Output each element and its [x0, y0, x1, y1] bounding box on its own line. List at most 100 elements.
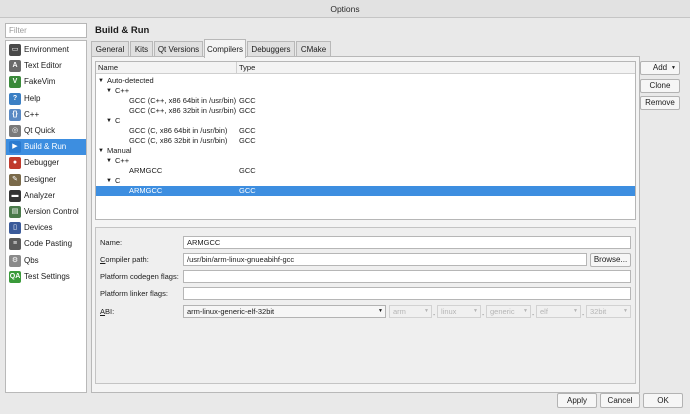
- sidebar-item-qt-quick[interactable]: ◎ Qt Quick: [6, 123, 86, 139]
- compiler-path-field[interactable]: /usr/bin/arm-linux-gnueabihf-gcc: [183, 253, 587, 266]
- tab-kits[interactable]: Kits: [130, 41, 153, 57]
- abi-part-value: linux: [441, 307, 457, 316]
- sidebar-item-text-editor[interactable]: A Text Editor: [6, 58, 86, 74]
- remove-button[interactable]: Remove: [640, 96, 680, 110]
- tab-qt-versions[interactable]: Qt Versions: [154, 41, 203, 57]
- compiler-path-label-rest: ompiler path:: [105, 255, 149, 264]
- sidebar-item-devices[interactable]: ▯ Devices: [6, 220, 86, 236]
- sidebar-item-version-control[interactable]: ▤ Version Control: [6, 204, 86, 220]
- tree-cell-name: Manual: [107, 146, 132, 155]
- expand-arrow-icon[interactable]: ▼: [106, 176, 112, 186]
- abi-part-select[interactable]: 32bit ▼: [586, 305, 631, 318]
- tree-row[interactable]: GCC (C, x86 32bit in /usr/bin) GCC: [96, 136, 635, 146]
- sidebar-item-label: Build & Run: [24, 142, 67, 152]
- abi-separator: -: [532, 312, 535, 319]
- expand-arrow-icon[interactable]: ▼: [98, 76, 104, 86]
- expand-arrow-icon[interactable]: ▼: [98, 146, 104, 156]
- name-label: Name:: [100, 238, 123, 247]
- tree-cell-name: GCC (C++, x86 32bit in /usr/bin): [129, 106, 237, 115]
- sidebar-item-label: Devices: [24, 223, 53, 233]
- abi-part-select[interactable]: arm ▼: [389, 305, 432, 318]
- tree-cell-name: C: [115, 176, 121, 185]
- tree-cell-name: GCC (C, x86 32bit in /usr/bin): [129, 136, 228, 145]
- tree-header: Name Type: [96, 62, 635, 74]
- window-title: Options: [0, 0, 690, 18]
- sidebar-item-test-settings[interactable]: QA Test Settings: [6, 269, 86, 285]
- abi-label-rest: BI:: [105, 307, 115, 316]
- sidebar-item-designer[interactable]: ✎ Designer: [6, 172, 86, 188]
- sidebar-item-label: Code Pasting: [24, 239, 73, 249]
- filter-input[interactable]: Filter: [5, 23, 87, 38]
- tree-row[interactable]: ▼ Auto-detected: [96, 76, 635, 86]
- monitor-icon: ▭: [9, 44, 21, 56]
- cpp-icon: {}: [9, 108, 21, 121]
- tree-row[interactable]: ▼ C++: [96, 156, 635, 166]
- sidebar-item-help[interactable]: ? Help: [6, 91, 86, 107]
- abi-part-select[interactable]: elf ▼: [536, 305, 581, 318]
- chevron-down-icon: ▼: [523, 308, 528, 314]
- sidebar-item-debugger[interactable]: ● Debugger: [6, 155, 86, 171]
- codegen-flags-field[interactable]: [183, 270, 631, 283]
- tree-row[interactable]: ▼ C: [96, 176, 635, 186]
- tree-row[interactable]: ▼ Manual: [96, 146, 635, 156]
- tree-row[interactable]: GCC (C++, x86 32bit in /usr/bin) GCC: [96, 106, 635, 116]
- expand-arrow-icon[interactable]: ▼: [106, 86, 112, 96]
- abi-part-value: generic: [490, 307, 515, 316]
- chevron-down-icon: ▼: [671, 65, 676, 71]
- sidebar-item-label: Analyzer: [24, 190, 56, 200]
- tree-row[interactable]: ARMGCC GCC: [96, 166, 635, 176]
- sidebar-item-label: C++: [24, 109, 40, 119]
- sidebar-item-fakevim[interactable]: V FakeVim: [6, 74, 86, 90]
- apply-button[interactable]: Apply: [557, 393, 597, 408]
- sidebar-item-label: Qbs: [24, 255, 39, 265]
- add-button[interactable]: Add ▼: [640, 61, 680, 75]
- tab-compilers[interactable]: Compilers: [204, 39, 246, 58]
- sidebar-item-code-pasting[interactable]: ≡ Code Pasting: [6, 236, 86, 252]
- sidebar-item-c-[interactable]: {} C++: [6, 107, 86, 123]
- tree-cell-name: C: [115, 116, 121, 125]
- tree-cell-type: GCC: [239, 126, 256, 135]
- sidebar-item-label: Test Settings: [24, 271, 70, 281]
- tree-row[interactable]: GCC (C++, x86 64bit in /usr/bin) GCC: [96, 96, 635, 106]
- version-control-icon: ▤: [9, 206, 21, 218]
- chevron-down-icon: ▼: [573, 308, 578, 314]
- tree-cell-type: GCC: [239, 96, 256, 105]
- sidebar-item-label: Text Editor: [24, 61, 62, 71]
- analyzer-icon: ▬: [9, 189, 21, 202]
- sidebar-item-label: FakeVim: [24, 77, 56, 87]
- compiler-path-label: Compiler path:: [100, 254, 149, 266]
- tree-row[interactable]: GCC (C, x86 64bit in /usr/bin) GCC: [96, 126, 635, 136]
- sidebar: ▭ Environment A Text Editor V FakeVim? Help{} C…: [5, 40, 87, 393]
- abi-select[interactable]: arm-linux-generic-elf-32bit ▼: [183, 305, 386, 318]
- clone-button[interactable]: Clone: [640, 79, 680, 93]
- browse-button[interactable]: Browse...: [590, 253, 631, 267]
- sidebar-item-label: Help: [24, 93, 41, 103]
- abi-part-select[interactable]: generic ▼: [486, 305, 531, 318]
- designer-icon: ✎: [9, 173, 21, 186]
- expand-arrow-icon[interactable]: ▼: [106, 156, 112, 166]
- tab-cmake[interactable]: CMake: [296, 41, 331, 57]
- name-field[interactable]: ARMGCC: [183, 236, 631, 249]
- sidebar-item-analyzer[interactable]: ▬ Analyzer: [6, 188, 86, 204]
- abi-part-value: 32bit: [590, 307, 607, 316]
- tree-row[interactable]: ▼ C: [96, 116, 635, 126]
- chevron-down-icon: ▼: [623, 308, 628, 314]
- column-header-name[interactable]: Name: [96, 62, 237, 74]
- sidebar-item-environment[interactable]: ▭ Environment: [6, 42, 86, 58]
- column-header-type[interactable]: Type: [237, 62, 255, 74]
- linker-flags-field[interactable]: [183, 287, 631, 300]
- tab-debuggers[interactable]: Debuggers: [247, 41, 295, 57]
- sidebar-item-build-run[interactable]: ▶ Build & Run: [6, 139, 86, 156]
- tree-row[interactable]: ARMGCC GCC: [96, 186, 635, 196]
- sidebar-item-label: Designer: [24, 174, 57, 184]
- abi-part-select[interactable]: linux ▼: [437, 305, 481, 318]
- compiler-tree[interactable]: Name Type ▼ Auto-detected ▼ C++ GCC (C++, x8…: [95, 61, 636, 220]
- tree-cell-name: ARMGCC: [129, 166, 163, 175]
- tab-general[interactable]: General: [91, 41, 129, 57]
- tree-row[interactable]: ▼ C++: [96, 86, 635, 96]
- tree-cell-name: C++: [115, 156, 130, 165]
- expand-arrow-icon[interactable]: ▼: [106, 116, 112, 126]
- sidebar-item-qbs[interactable]: ⚙ Qbs: [6, 253, 86, 269]
- cancel-button[interactable]: Cancel: [600, 393, 640, 408]
- ok-button[interactable]: OK: [643, 393, 683, 408]
